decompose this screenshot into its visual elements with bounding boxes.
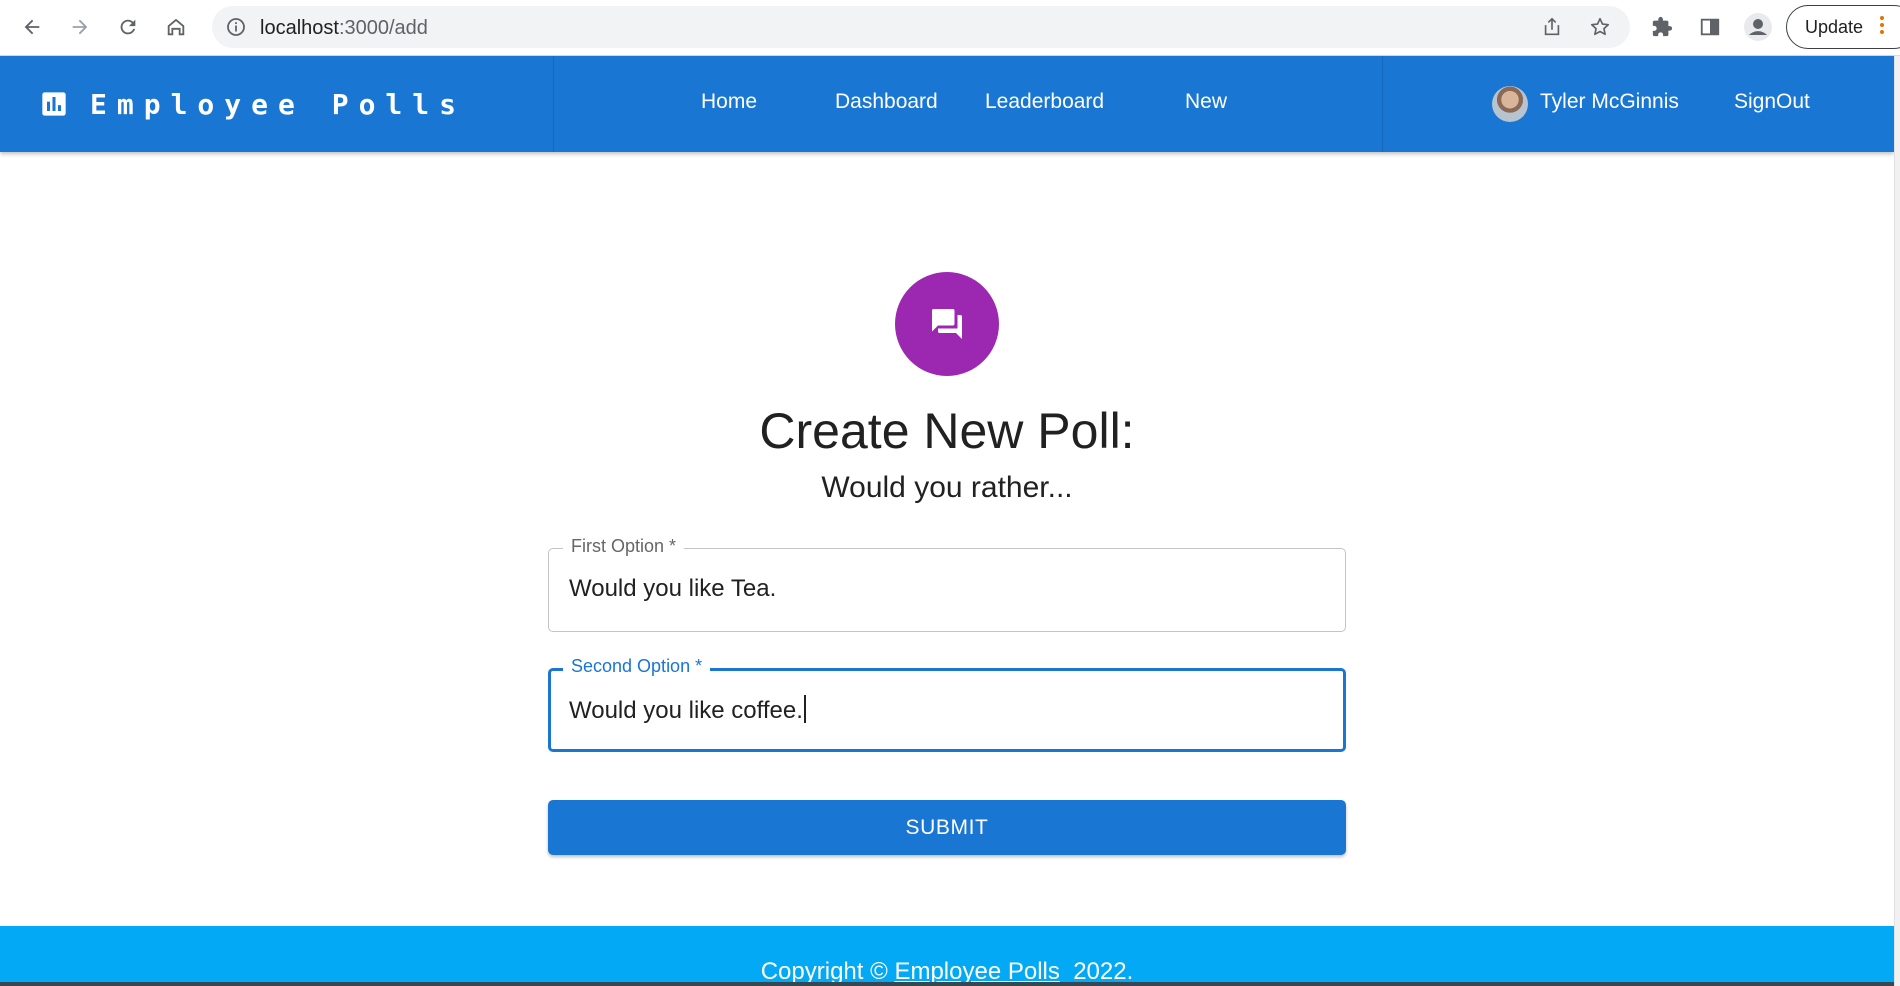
user-name: Tyler McGinnis xyxy=(1540,90,1679,113)
footer: Copyright © Employee Polls 2022. xyxy=(0,926,1894,986)
forum-icon xyxy=(932,309,962,339)
first-option-input[interactable]: Would you like Tea. xyxy=(569,575,776,603)
info-icon[interactable] xyxy=(226,17,246,37)
back-icon[interactable] xyxy=(14,9,50,45)
signout-button[interactable]: SignOut xyxy=(1734,90,1810,114)
second-option-field[interactable]: Second Option * Would you like coffee. xyxy=(548,656,1346,752)
reload-icon[interactable] xyxy=(110,9,146,45)
app-title: Employee Polls xyxy=(90,87,467,121)
forward-icon[interactable] xyxy=(62,9,98,45)
nav-dashboard[interactable]: Dashboard xyxy=(835,90,938,114)
nav-home[interactable]: Home xyxy=(701,90,757,114)
text-cursor xyxy=(803,695,806,723)
nav-new[interactable]: New xyxy=(1185,90,1227,114)
poll-chart-icon xyxy=(40,90,68,118)
extensions-icon[interactable] xyxy=(1644,9,1680,45)
taskbar-edge xyxy=(0,982,1894,986)
side-panel-icon[interactable] xyxy=(1692,9,1728,45)
page-title: Create New Poll: xyxy=(759,403,1135,459)
divider xyxy=(1382,56,1383,152)
divider xyxy=(553,56,554,152)
menu-dots-icon[interactable] xyxy=(1880,16,1884,37)
app-header: Employee Polls Home Dashboard Leaderboar… xyxy=(0,56,1894,152)
first-option-field[interactable]: First Option * Would you like Tea. xyxy=(548,536,1346,632)
poll-avatar xyxy=(895,272,999,376)
submit-button[interactable]: SUBMIT xyxy=(548,800,1346,855)
footer-prefix: Copyright © xyxy=(760,958,895,985)
brand[interactable]: Employee Polls xyxy=(40,86,466,122)
share-icon[interactable] xyxy=(1540,15,1564,39)
second-option-input[interactable]: Would you like coffee. xyxy=(569,695,806,725)
second-option-text: Would you like coffee. xyxy=(569,697,803,724)
page-scrollbar[interactable] xyxy=(1894,56,1900,986)
footer-link[interactable]: Employee Polls xyxy=(894,958,1059,985)
nav-leaderboard[interactable]: Leaderboard xyxy=(985,90,1104,114)
footer-suffix: 2022. xyxy=(1059,958,1134,985)
bookmark-star-icon[interactable] xyxy=(1588,15,1612,39)
user-avatar xyxy=(1492,86,1528,122)
browser-toolbar: localhost:3000/add Update xyxy=(0,0,1900,56)
url-text: localhost:3000/add xyxy=(260,17,428,39)
profile-icon[interactable] xyxy=(1740,9,1776,45)
second-option-label: Second Option * xyxy=(563,656,711,676)
first-option-label: First Option * xyxy=(563,536,685,556)
home-icon[interactable] xyxy=(158,9,194,45)
address-bar[interactable]: localhost:3000/add xyxy=(212,6,1630,48)
page-subtitle: Would you rather... xyxy=(821,471,1073,504)
